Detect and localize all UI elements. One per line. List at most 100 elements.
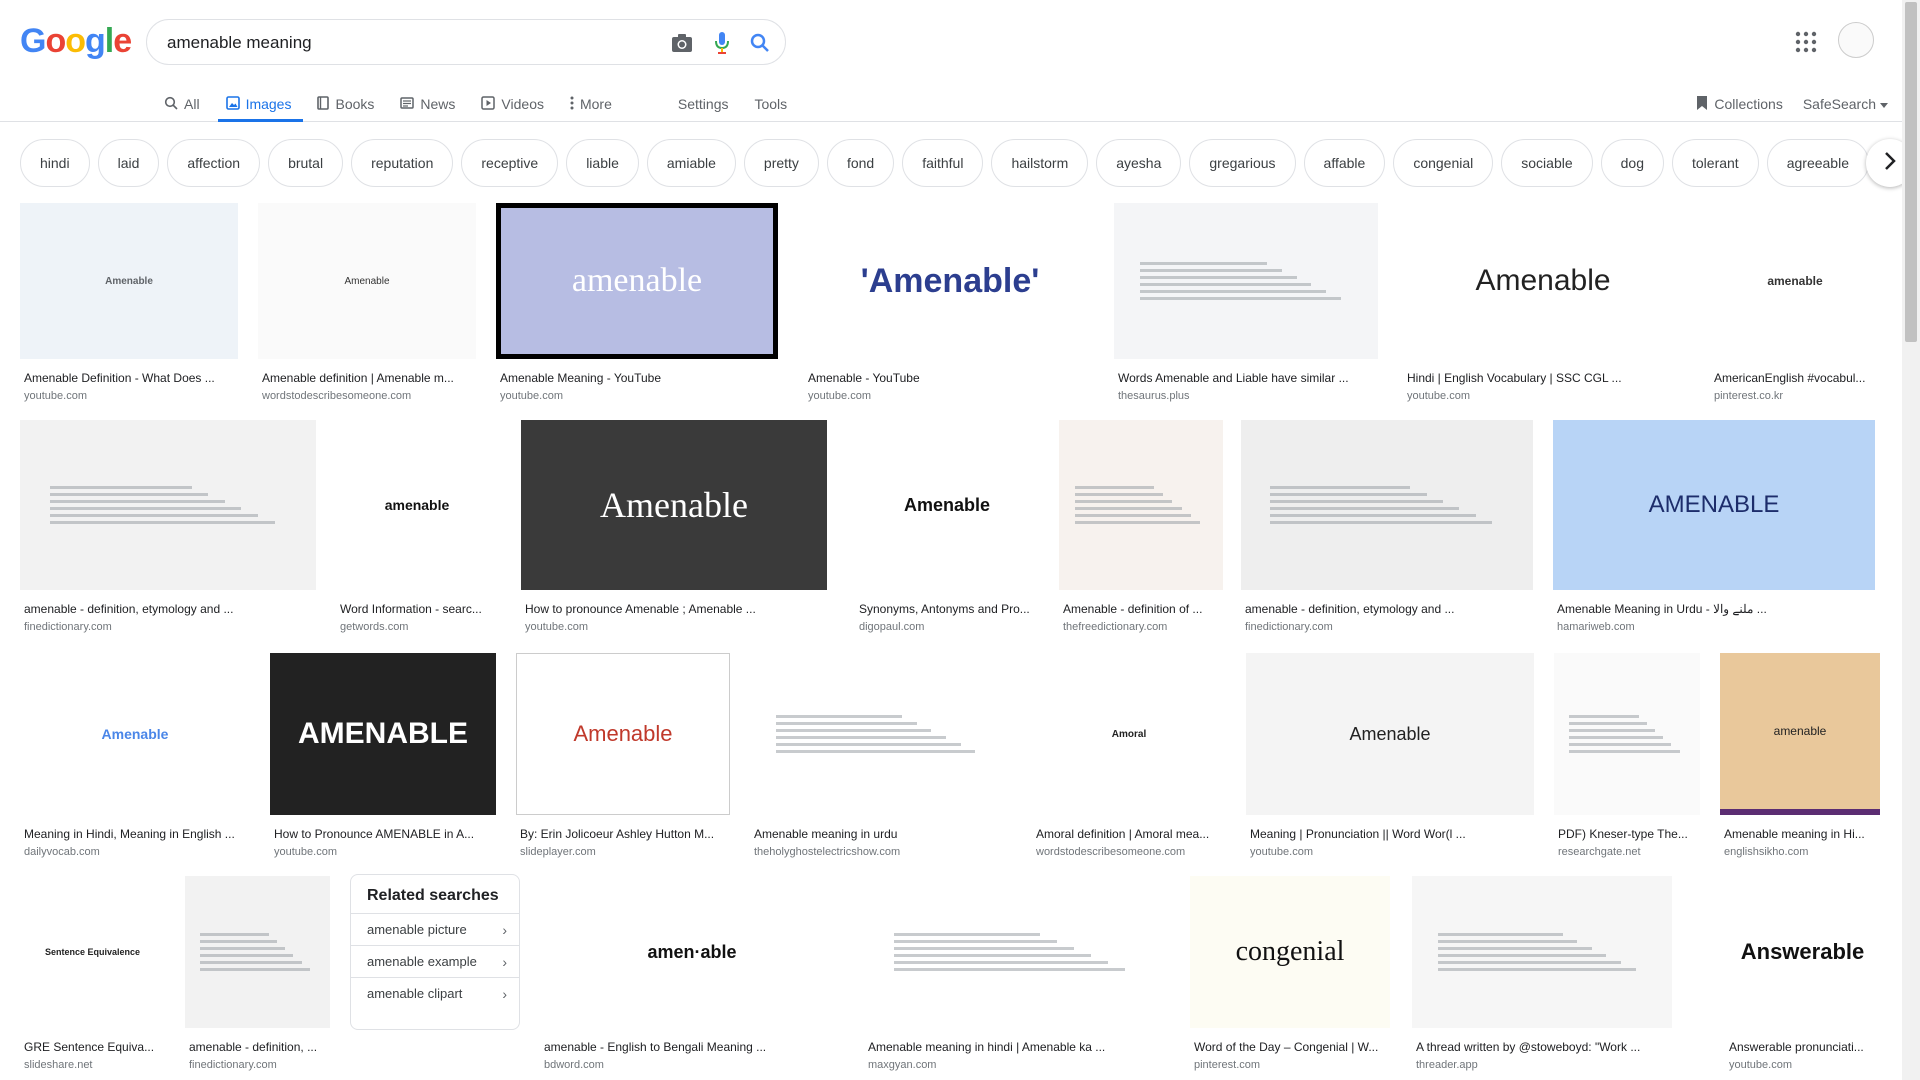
image-result[interactable]: PDF) Kneser-type The... researchgate.net [1554, 653, 1700, 867]
result-title[interactable]: Words Amenable and Liable have similar .… [1118, 371, 1374, 385]
result-thumbnail[interactable]: Amenable [1246, 653, 1534, 815]
result-thumbnail[interactable]: amen·able [540, 876, 844, 1028]
related-search-item[interactable]: amenable example › [351, 945, 519, 977]
image-result[interactable]: Amenable Amenable Definition - What Does … [20, 203, 238, 411]
google-logo[interactable]: Google [20, 22, 132, 61]
tab-news[interactable]: News [400, 86, 455, 122]
image-result[interactable]: Amenable Meaning | Pronunciation || Word … [1246, 653, 1534, 867]
chip[interactable]: agreeable [1766, 139, 1869, 187]
tab-all[interactable]: All [164, 86, 200, 122]
image-result[interactable]: Amenable - definition of ... thefreedicti… [1059, 420, 1223, 642]
image-result[interactable]: Sentence Equivalence GRE Sentence Equiva.… [20, 876, 165, 1080]
safesearch-button[interactable]: SafeSearch [1803, 96, 1888, 112]
chip[interactable]: brutal [268, 139, 344, 187]
avatar[interactable] [1838, 22, 1874, 58]
result-title[interactable]: Amenable Meaning in Urdu - ملنے والا ... [1557, 602, 1871, 616]
result-title[interactable]: Synonyms, Antonyms and Pro... [859, 602, 1035, 616]
chip[interactable]: receptive [461, 139, 559, 187]
apps-grid-icon[interactable] [1794, 30, 1818, 54]
result-thumbnail[interactable]: amenable [1720, 653, 1880, 815]
image-result[interactable]: amenable - definition, etymology and ...… [1241, 420, 1533, 642]
collections-button[interactable]: Collections [1696, 95, 1783, 114]
chip[interactable]: ayesha [1096, 139, 1182, 187]
result-thumbnail[interactable]: congenial [1190, 876, 1390, 1028]
result-title[interactable]: Word of the Day – Congenial | W... [1194, 1040, 1386, 1054]
result-title[interactable]: GRE Sentence Equiva... [24, 1040, 161, 1054]
image-result[interactable]: Amoral Amoral definition | Amoral mea... w… [1032, 653, 1226, 867]
result-thumbnail[interactable] [1114, 203, 1378, 359]
result-title[interactable]: Amenable - definition of ... [1063, 602, 1219, 616]
chip[interactable]: congenial [1393, 139, 1494, 187]
result-title[interactable]: Meaning in Hindi, Meaning in English ... [24, 827, 246, 841]
result-thumbnail[interactable] [185, 876, 330, 1028]
result-thumbnail[interactable] [750, 653, 1012, 815]
image-result[interactable]: Amenable meaning in urdu theholyghostelec… [750, 653, 1012, 867]
result-title[interactable]: AmericanEnglish #vocabul... [1714, 371, 1876, 385]
result-thumbnail[interactable]: amenable [336, 420, 498, 590]
result-thumbnail[interactable]: Sentence Equivalence [20, 876, 165, 1028]
result-thumbnail[interactable]: Amenable [1403, 203, 1683, 359]
image-result[interactable]: Words Amenable and Liable have similar .… [1114, 203, 1378, 411]
result-title[interactable]: Amenable Definition - What Does ... [24, 371, 234, 385]
result-thumbnail[interactable] [1241, 420, 1533, 590]
chip[interactable]: laid [97, 139, 160, 187]
result-thumbnail[interactable]: Amoral [1032, 653, 1226, 815]
chip[interactable]: sociable [1501, 139, 1593, 187]
result-thumbnail[interactable] [20, 420, 316, 590]
result-thumbnail[interactable] [1412, 876, 1672, 1028]
image-result[interactable]: amenable Amenable meaning in Hi... english… [1720, 653, 1880, 867]
result-thumbnail[interactable]: 'Amenable' [804, 203, 1096, 359]
chip[interactable]: fond [826, 139, 895, 187]
result-thumbnail[interactable]: Amenable [521, 420, 827, 590]
chip[interactable]: reputation [351, 139, 454, 187]
image-result[interactable]: congenial Word of the Day – Congenial | W… [1190, 876, 1390, 1080]
result-thumbnail[interactable]: Amenable [855, 420, 1039, 590]
microphone-icon[interactable] [709, 30, 735, 56]
search-input[interactable] [167, 33, 647, 53]
result-thumbnail[interactable]: Amenable [516, 653, 730, 815]
search-icon[interactable] [747, 30, 773, 56]
result-title[interactable]: Word Information - searc... [340, 602, 494, 616]
chip[interactable]: affable [1303, 139, 1386, 187]
result-title[interactable]: By: Erin Jolicoeur Ashley Hutton M... [520, 827, 726, 841]
result-title[interactable]: Amenable definition | Amenable m... [262, 371, 472, 385]
tab-videos[interactable]: Videos [481, 86, 544, 122]
result-title[interactable]: How to pronounce Amenable ; Amenable ... [525, 602, 823, 616]
image-result[interactable]: Amenable Hindi | English Vocabulary | SSC… [1403, 203, 1683, 411]
image-result[interactable]: Answerable Answerable pronunciati... youtu… [1725, 876, 1880, 1080]
result-title[interactable]: amenable - English to Bengali Meaning ..… [544, 1040, 840, 1054]
result-thumbnail[interactable]: amenable [496, 203, 778, 359]
image-result[interactable]: Amenable How to pronounce Amenable ; Amen… [521, 420, 827, 642]
image-result[interactable]: amen·able amenable - English to Bengali M… [540, 876, 844, 1080]
image-result[interactable]: amenable Word Information - searc... getwo… [336, 420, 498, 642]
result-title[interactable]: Amenable meaning in Hi... [1724, 827, 1876, 841]
result-thumbnail[interactable]: Amenable [258, 203, 476, 359]
image-result[interactable]: amenable - definition, ... finedictionary… [185, 876, 330, 1080]
chip[interactable]: hindi [20, 139, 90, 187]
result-title[interactable]: amenable - definition, ... [189, 1040, 326, 1054]
tab-books[interactable]: Books [317, 86, 374, 122]
result-title[interactable]: How to Pronounce AMENABLE in A... [274, 827, 492, 841]
chip[interactable]: tolerant [1672, 139, 1759, 187]
result-title[interactable]: A thread written by @stoweboyd: "Work ..… [1416, 1040, 1668, 1054]
result-title[interactable]: Amenable meaning in hindi | Amenable ka … [868, 1040, 1164, 1054]
result-title[interactable]: Amenable - YouTube [808, 371, 1092, 385]
result-title[interactable]: Amenable meaning in urdu [754, 827, 1008, 841]
image-result[interactable]: Amenable Meaning in Hindi, Meaning in Eng… [20, 653, 250, 867]
chip[interactable]: hailstorm [991, 139, 1089, 187]
settings-link[interactable]: Settings [678, 86, 729, 122]
image-result[interactable]: Amenable Amenable definition | Amenable m… [258, 203, 476, 411]
result-thumbnail[interactable]: Amenable [20, 653, 250, 815]
result-thumbnail[interactable]: Answerable [1725, 876, 1880, 1028]
result-thumbnail[interactable] [864, 876, 1168, 1028]
related-search-item[interactable]: amenable picture › [351, 913, 519, 945]
image-result[interactable]: AMENABLE Amenable Meaning in Urdu - ملنے … [1553, 420, 1875, 642]
chip[interactable]: pretty [743, 139, 819, 187]
related-search-item[interactable]: amenable clipart › [351, 977, 519, 1009]
image-result[interactable]: 'Amenable' Amenable - YouTube youtube.com [804, 203, 1096, 411]
result-thumbnail[interactable]: amenable [1710, 203, 1880, 359]
scrollbar-thumb[interactable] [1905, 2, 1917, 342]
image-result[interactable]: Amenable By: Erin Jolicoeur Ashley Hutton… [516, 653, 730, 867]
chip[interactable]: amiable [646, 139, 736, 187]
tools-link[interactable]: Tools [754, 86, 787, 122]
